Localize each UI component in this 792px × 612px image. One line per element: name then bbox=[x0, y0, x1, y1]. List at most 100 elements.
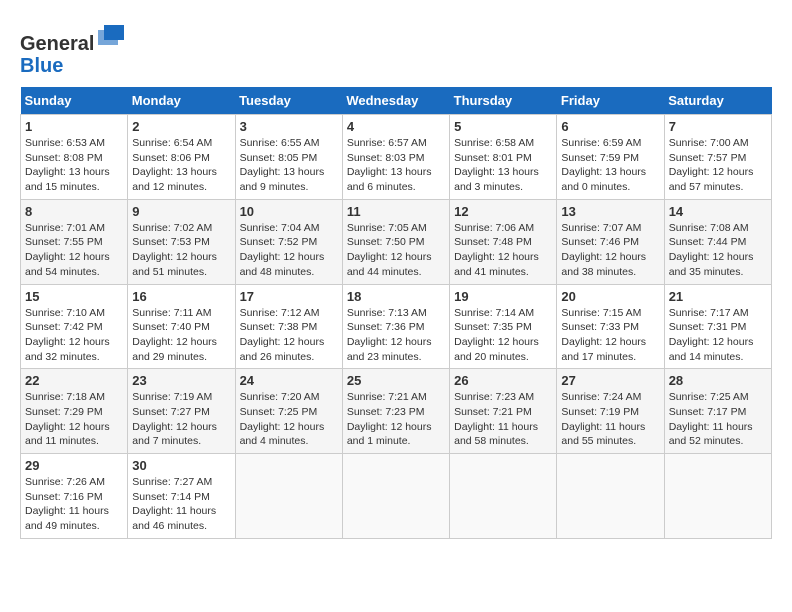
day-info: Sunrise: 7:15 AM Sunset: 7:33 PM Dayligh… bbox=[561, 306, 659, 365]
calendar-cell: 29 Sunrise: 7:26 AM Sunset: 7:16 PM Dayli… bbox=[21, 454, 128, 539]
day-number: 16 bbox=[132, 289, 230, 304]
day-info: Sunrise: 6:57 AM Sunset: 8:03 PM Dayligh… bbox=[347, 136, 445, 195]
calendar-cell: 30 Sunrise: 7:27 AM Sunset: 7:14 PM Dayli… bbox=[128, 454, 235, 539]
day-info: Sunrise: 7:23 AM Sunset: 7:21 PM Dayligh… bbox=[454, 390, 552, 449]
calendar-cell: 23 Sunrise: 7:19 AM Sunset: 7:27 PM Dayli… bbox=[128, 369, 235, 454]
weekday-saturday: Saturday bbox=[664, 87, 771, 115]
day-info: Sunrise: 7:01 AM Sunset: 7:55 PM Dayligh… bbox=[25, 221, 123, 280]
day-number: 18 bbox=[347, 289, 445, 304]
day-info: Sunrise: 7:17 AM Sunset: 7:31 PM Dayligh… bbox=[669, 306, 767, 365]
weekday-friday: Friday bbox=[557, 87, 664, 115]
day-number: 9 bbox=[132, 204, 230, 219]
calendar-cell: 3 Sunrise: 6:55 AM Sunset: 8:05 PM Daylig… bbox=[235, 115, 342, 200]
day-info: Sunrise: 7:13 AM Sunset: 7:36 PM Dayligh… bbox=[347, 306, 445, 365]
calendar-week-3: 15 Sunrise: 7:10 AM Sunset: 7:42 PM Dayli… bbox=[21, 284, 772, 369]
calendar-cell: 26 Sunrise: 7:23 AM Sunset: 7:21 PM Dayli… bbox=[450, 369, 557, 454]
day-info: Sunrise: 6:53 AM Sunset: 8:08 PM Dayligh… bbox=[25, 136, 123, 195]
day-number: 12 bbox=[454, 204, 552, 219]
day-number: 6 bbox=[561, 119, 659, 134]
calendar-cell: 8 Sunrise: 7:01 AM Sunset: 7:55 PM Daylig… bbox=[21, 199, 128, 284]
weekday-header-row: SundayMondayTuesdayWednesdayThursdayFrid… bbox=[21, 87, 772, 115]
calendar-week-5: 29 Sunrise: 7:26 AM Sunset: 7:16 PM Dayli… bbox=[21, 454, 772, 539]
day-number: 21 bbox=[669, 289, 767, 304]
calendar-cell: 9 Sunrise: 7:02 AM Sunset: 7:53 PM Daylig… bbox=[128, 199, 235, 284]
day-number: 14 bbox=[669, 204, 767, 219]
day-number: 15 bbox=[25, 289, 123, 304]
weekday-wednesday: Wednesday bbox=[342, 87, 449, 115]
calendar-cell: 14 Sunrise: 7:08 AM Sunset: 7:44 PM Dayli… bbox=[664, 199, 771, 284]
day-info: Sunrise: 7:10 AM Sunset: 7:42 PM Dayligh… bbox=[25, 306, 123, 365]
day-info: Sunrise: 6:55 AM Sunset: 8:05 PM Dayligh… bbox=[240, 136, 338, 195]
day-number: 23 bbox=[132, 373, 230, 388]
day-number: 5 bbox=[454, 119, 552, 134]
day-number: 4 bbox=[347, 119, 445, 134]
calendar-cell bbox=[557, 454, 664, 539]
day-info: Sunrise: 6:54 AM Sunset: 8:06 PM Dayligh… bbox=[132, 136, 230, 195]
logo-blue: Blue bbox=[20, 55, 63, 77]
day-info: Sunrise: 7:11 AM Sunset: 7:40 PM Dayligh… bbox=[132, 306, 230, 365]
day-info: Sunrise: 7:05 AM Sunset: 7:50 PM Dayligh… bbox=[347, 221, 445, 280]
calendar-cell: 4 Sunrise: 6:57 AM Sunset: 8:03 PM Daylig… bbox=[342, 115, 449, 200]
day-number: 26 bbox=[454, 373, 552, 388]
calendar-cell: 15 Sunrise: 7:10 AM Sunset: 7:42 PM Dayli… bbox=[21, 284, 128, 369]
day-number: 29 bbox=[25, 458, 123, 473]
day-info: Sunrise: 6:58 AM Sunset: 8:01 PM Dayligh… bbox=[454, 136, 552, 195]
calendar-cell: 13Sunrise: 7:07 AM Sunset: 7:46 PM Dayli… bbox=[557, 199, 664, 284]
calendar-cell: 24Sunrise: 7:20 AM Sunset: 7:25 PM Dayli… bbox=[235, 369, 342, 454]
calendar-cell: 2Sunrise: 6:54 AM Sunset: 8:06 PM Daylig… bbox=[128, 115, 235, 200]
day-number: 8 bbox=[25, 204, 123, 219]
page-header: General Blue bbox=[20, 20, 772, 77]
calendar-cell: 18 Sunrise: 7:13 AM Sunset: 7:36 PM Dayli… bbox=[342, 284, 449, 369]
logo-general: General bbox=[20, 33, 94, 55]
day-number: 7 bbox=[669, 119, 767, 134]
day-number: 10 bbox=[240, 204, 338, 219]
day-number: 24 bbox=[240, 373, 338, 388]
day-info: Sunrise: 7:14 AM Sunset: 7:35 PM Dayligh… bbox=[454, 306, 552, 365]
day-info: Sunrise: 7:04 AM Sunset: 7:52 PM Dayligh… bbox=[240, 221, 338, 280]
weekday-sunday: Sunday bbox=[21, 87, 128, 115]
calendar-cell: 1 Sunrise: 6:53 AM Sunset: 8:08 PM Daylig… bbox=[21, 115, 128, 200]
day-number: 25 bbox=[347, 373, 445, 388]
logo-text: General Blue bbox=[20, 20, 126, 77]
calendar-cell: 21 Sunrise: 7:17 AM Sunset: 7:31 PM Dayli… bbox=[664, 284, 771, 369]
day-info: Sunrise: 7:02 AM Sunset: 7:53 PM Dayligh… bbox=[132, 221, 230, 280]
calendar-cell: 27Sunrise: 7:24 AM Sunset: 7:19 PM Dayli… bbox=[557, 369, 664, 454]
calendar-cell: 22Sunrise: 7:18 AM Sunset: 7:29 PM Dayli… bbox=[21, 369, 128, 454]
calendar-cell bbox=[342, 454, 449, 539]
logo: General Blue bbox=[20, 20, 126, 77]
calendar-cell: 12 Sunrise: 7:06 AM Sunset: 7:48 PM Dayli… bbox=[450, 199, 557, 284]
calendar-cell: 6Sunrise: 6:59 AM Sunset: 7:59 PM Daylig… bbox=[557, 115, 664, 200]
day-number: 30 bbox=[132, 458, 230, 473]
day-info: Sunrise: 7:07 AM Sunset: 7:46 PM Dayligh… bbox=[561, 221, 659, 280]
day-number: 22 bbox=[25, 373, 123, 388]
calendar-cell: 17 Sunrise: 7:12 AM Sunset: 7:38 PM Dayli… bbox=[235, 284, 342, 369]
calendar-table: SundayMondayTuesdayWednesdayThursdayFrid… bbox=[20, 87, 772, 539]
calendar-cell: 7 Sunrise: 7:00 AM Sunset: 7:57 PM Daylig… bbox=[664, 115, 771, 200]
calendar-week-4: 22Sunrise: 7:18 AM Sunset: 7:29 PM Dayli… bbox=[21, 369, 772, 454]
weekday-monday: Monday bbox=[128, 87, 235, 115]
day-info: Sunrise: 7:19 AM Sunset: 7:27 PM Dayligh… bbox=[132, 390, 230, 449]
day-info: Sunrise: 7:21 AM Sunset: 7:23 PM Dayligh… bbox=[347, 390, 445, 449]
calendar-cell: 5 Sunrise: 6:58 AM Sunset: 8:01 PM Daylig… bbox=[450, 115, 557, 200]
calendar-cell: 25 Sunrise: 7:21 AM Sunset: 7:23 PM Dayli… bbox=[342, 369, 449, 454]
day-number: 28 bbox=[669, 373, 767, 388]
calendar-week-2: 8 Sunrise: 7:01 AM Sunset: 7:55 PM Daylig… bbox=[21, 199, 772, 284]
calendar-body: 1 Sunrise: 6:53 AM Sunset: 8:08 PM Daylig… bbox=[21, 115, 772, 539]
day-info: Sunrise: 7:27 AM Sunset: 7:14 PM Dayligh… bbox=[132, 475, 230, 534]
calendar-cell bbox=[664, 454, 771, 539]
day-info: Sunrise: 7:12 AM Sunset: 7:38 PM Dayligh… bbox=[240, 306, 338, 365]
day-number: 17 bbox=[240, 289, 338, 304]
day-number: 3 bbox=[240, 119, 338, 134]
calendar-cell: 20 Sunrise: 7:15 AM Sunset: 7:33 PM Dayli… bbox=[557, 284, 664, 369]
weekday-thursday: Thursday bbox=[450, 87, 557, 115]
day-info: Sunrise: 7:08 AM Sunset: 7:44 PM Dayligh… bbox=[669, 221, 767, 280]
day-number: 1 bbox=[25, 119, 123, 134]
day-number: 20 bbox=[561, 289, 659, 304]
day-number: 27 bbox=[561, 373, 659, 388]
calendar-cell: 28Sunrise: 7:25 AM Sunset: 7:17 PM Dayli… bbox=[664, 369, 771, 454]
calendar-cell: 10 Sunrise: 7:04 AM Sunset: 7:52 PM Dayli… bbox=[235, 199, 342, 284]
day-info: Sunrise: 7:06 AM Sunset: 7:48 PM Dayligh… bbox=[454, 221, 552, 280]
calendar-cell: 16 Sunrise: 7:11 AM Sunset: 7:40 PM Dayli… bbox=[128, 284, 235, 369]
day-info: Sunrise: 7:00 AM Sunset: 7:57 PM Dayligh… bbox=[669, 136, 767, 195]
day-info: Sunrise: 7:26 AM Sunset: 7:16 PM Dayligh… bbox=[25, 475, 123, 534]
